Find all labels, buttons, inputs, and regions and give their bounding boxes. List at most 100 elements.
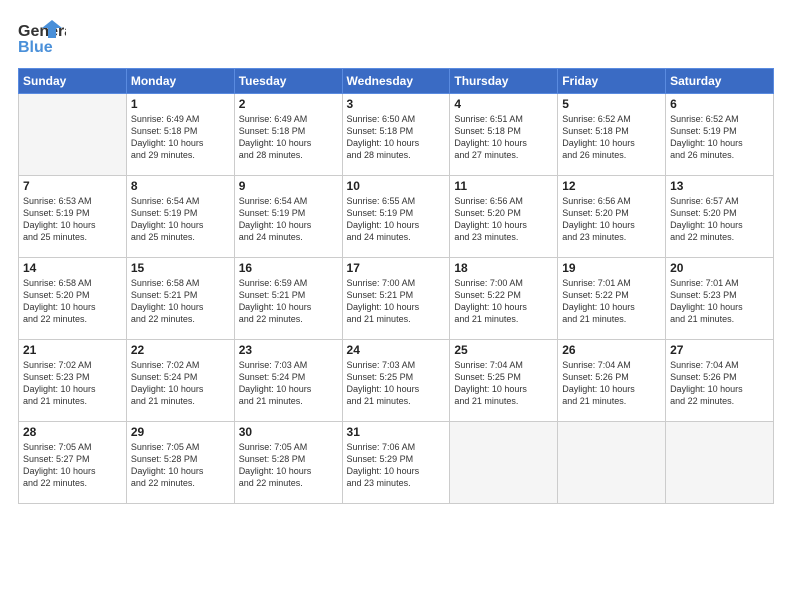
header: General Blue xyxy=(18,18,774,60)
calendar-cell: 24 Sunrise: 7:03 AM Sunset: 5:25 PM Dayli… xyxy=(342,340,450,422)
cell-info: Sunrise: 7:00 AM Sunset: 5:22 PM Dayligh… xyxy=(454,277,553,326)
day-number: 15 xyxy=(131,261,230,275)
calendar-cell: 10 Sunrise: 6:55 AM Sunset: 5:19 PM Dayli… xyxy=(342,176,450,258)
week-row-5: 28 Sunrise: 7:05 AM Sunset: 5:27 PM Dayli… xyxy=(19,422,774,504)
week-row-2: 7 Sunrise: 6:53 AM Sunset: 5:19 PM Daylig… xyxy=(19,176,774,258)
svg-text:Blue: Blue xyxy=(18,39,53,56)
cell-info: Sunrise: 6:50 AM Sunset: 5:18 PM Dayligh… xyxy=(347,113,446,162)
cell-info: Sunrise: 6:57 AM Sunset: 5:20 PM Dayligh… xyxy=(670,195,769,244)
day-number: 30 xyxy=(239,425,338,439)
day-header-saturday: Saturday xyxy=(666,69,774,94)
day-number: 24 xyxy=(347,343,446,357)
calendar-cell: 6 Sunrise: 6:52 AM Sunset: 5:19 PM Daylig… xyxy=(666,94,774,176)
calendar-cell: 5 Sunrise: 6:52 AM Sunset: 5:18 PM Daylig… xyxy=(558,94,666,176)
cell-info: Sunrise: 7:01 AM Sunset: 5:23 PM Dayligh… xyxy=(670,277,769,326)
day-number: 12 xyxy=(562,179,661,193)
day-number: 9 xyxy=(239,179,338,193)
cell-info: Sunrise: 6:55 AM Sunset: 5:19 PM Dayligh… xyxy=(347,195,446,244)
day-number: 29 xyxy=(131,425,230,439)
week-row-4: 21 Sunrise: 7:02 AM Sunset: 5:23 PM Dayli… xyxy=(19,340,774,422)
day-number: 8 xyxy=(131,179,230,193)
cell-info: Sunrise: 6:54 AM Sunset: 5:19 PM Dayligh… xyxy=(131,195,230,244)
calendar-body: 1Sunrise: 6:49 AM Sunset: 5:18 PM Daylig… xyxy=(19,94,774,504)
cell-info: Sunrise: 6:59 AM Sunset: 5:21 PM Dayligh… xyxy=(239,277,338,326)
cell-info: Sunrise: 7:03 AM Sunset: 5:25 PM Dayligh… xyxy=(347,359,446,408)
day-number: 5 xyxy=(562,97,661,111)
calendar-cell: 7 Sunrise: 6:53 AM Sunset: 5:19 PM Daylig… xyxy=(19,176,127,258)
calendar-cell: 16Sunrise: 6:59 AM Sunset: 5:21 PM Dayli… xyxy=(234,258,342,340)
day-number: 10 xyxy=(347,179,446,193)
day-number: 7 xyxy=(23,179,122,193)
day-number: 26 xyxy=(562,343,661,357)
calendar-cell: 27Sunrise: 7:04 AM Sunset: 5:26 PM Dayli… xyxy=(666,340,774,422)
day-number: 31 xyxy=(347,425,446,439)
day-number: 17 xyxy=(347,261,446,275)
day-number: 3 xyxy=(347,97,446,111)
day-number: 11 xyxy=(454,179,553,193)
calendar-cell: 29 Sunrise: 7:05 AM Sunset: 5:28 PM Dayli… xyxy=(126,422,234,504)
day-number: 14 xyxy=(23,261,122,275)
cell-info: Sunrise: 6:52 AM Sunset: 5:19 PM Dayligh… xyxy=(670,113,769,162)
calendar-cell: 30Sunrise: 7:05 AM Sunset: 5:28 PM Dayli… xyxy=(234,422,342,504)
calendar-cell: 11Sunrise: 6:56 AM Sunset: 5:20 PM Dayli… xyxy=(450,176,558,258)
day-number: 18 xyxy=(454,261,553,275)
day-header-monday: Monday xyxy=(126,69,234,94)
day-number: 23 xyxy=(239,343,338,357)
cell-info: Sunrise: 6:53 AM Sunset: 5:19 PM Dayligh… xyxy=(23,195,122,244)
calendar-cell: 17Sunrise: 7:00 AM Sunset: 5:21 PM Dayli… xyxy=(342,258,450,340)
cell-info: Sunrise: 7:03 AM Sunset: 5:24 PM Dayligh… xyxy=(239,359,338,408)
cell-info: Sunrise: 6:52 AM Sunset: 5:18 PM Dayligh… xyxy=(562,113,661,162)
calendar-cell: 31 Sunrise: 7:06 AM Sunset: 5:29 PM Dayli… xyxy=(342,422,450,504)
cell-info: Sunrise: 6:58 AM Sunset: 5:20 PM Dayligh… xyxy=(23,277,122,326)
day-number: 13 xyxy=(670,179,769,193)
cell-info: Sunrise: 6:51 AM Sunset: 5:18 PM Dayligh… xyxy=(454,113,553,162)
cell-info: Sunrise: 7:06 AM Sunset: 5:29 PM Dayligh… xyxy=(347,441,446,490)
day-number: 28 xyxy=(23,425,122,439)
cell-info: Sunrise: 7:04 AM Sunset: 5:26 PM Dayligh… xyxy=(670,359,769,408)
calendar-cell: 2 Sunrise: 6:49 AM Sunset: 5:18 PM Daylig… xyxy=(234,94,342,176)
day-number: 21 xyxy=(23,343,122,357)
calendar-cell: 9 Sunrise: 6:54 AM Sunset: 5:19 PM Daylig… xyxy=(234,176,342,258)
calendar-cell: 21 Sunrise: 7:02 AM Sunset: 5:23 PM Dayli… xyxy=(19,340,127,422)
day-number: 6 xyxy=(670,97,769,111)
cell-info: Sunrise: 6:56 AM Sunset: 5:20 PM Dayligh… xyxy=(562,195,661,244)
calendar-cell: 1Sunrise: 6:49 AM Sunset: 5:18 PM Daylig… xyxy=(126,94,234,176)
day-header-tuesday: Tuesday xyxy=(234,69,342,94)
logo: General Blue xyxy=(18,18,66,60)
cell-info: Sunrise: 6:58 AM Sunset: 5:21 PM Dayligh… xyxy=(131,277,230,326)
cell-info: Sunrise: 7:05 AM Sunset: 5:28 PM Dayligh… xyxy=(131,441,230,490)
calendar-cell: 22Sunrise: 7:02 AM Sunset: 5:24 PM Dayli… xyxy=(126,340,234,422)
calendar-cell: 19 Sunrise: 7:01 AM Sunset: 5:22 PM Dayli… xyxy=(558,258,666,340)
cell-info: Sunrise: 7:04 AM Sunset: 5:26 PM Dayligh… xyxy=(562,359,661,408)
calendar-cell: 23 Sunrise: 7:03 AM Sunset: 5:24 PM Dayli… xyxy=(234,340,342,422)
day-number: 4 xyxy=(454,97,553,111)
calendar-cell: 25Sunrise: 7:04 AM Sunset: 5:25 PM Dayli… xyxy=(450,340,558,422)
calendar-cell xyxy=(666,422,774,504)
calendar-cell: 14 Sunrise: 6:58 AM Sunset: 5:20 PM Dayli… xyxy=(19,258,127,340)
day-header-wednesday: Wednesday xyxy=(342,69,450,94)
calendar-cell: 13 Sunrise: 6:57 AM Sunset: 5:20 PM Dayli… xyxy=(666,176,774,258)
cell-info: Sunrise: 6:49 AM Sunset: 5:18 PM Dayligh… xyxy=(239,113,338,162)
day-number: 25 xyxy=(454,343,553,357)
cell-info: Sunrise: 7:02 AM Sunset: 5:23 PM Dayligh… xyxy=(23,359,122,408)
page: General Blue SundayMondayTuesdayWednesda… xyxy=(0,0,792,612)
cell-info: Sunrise: 6:54 AM Sunset: 5:19 PM Dayligh… xyxy=(239,195,338,244)
day-number: 2 xyxy=(239,97,338,111)
cell-info: Sunrise: 7:01 AM Sunset: 5:22 PM Dayligh… xyxy=(562,277,661,326)
calendar-cell: 3 Sunrise: 6:50 AM Sunset: 5:18 PM Daylig… xyxy=(342,94,450,176)
logo-icon: General Blue xyxy=(18,18,66,60)
day-number: 19 xyxy=(562,261,661,275)
week-row-3: 14 Sunrise: 6:58 AM Sunset: 5:20 PM Dayli… xyxy=(19,258,774,340)
calendar-table: SundayMondayTuesdayWednesdayThursdayFrid… xyxy=(18,68,774,504)
cell-info: Sunrise: 7:05 AM Sunset: 5:27 PM Dayligh… xyxy=(23,441,122,490)
calendar-cell: 26 Sunrise: 7:04 AM Sunset: 5:26 PM Dayli… xyxy=(558,340,666,422)
calendar-cell: 8 Sunrise: 6:54 AM Sunset: 5:19 PM Daylig… xyxy=(126,176,234,258)
day-header-thursday: Thursday xyxy=(450,69,558,94)
cell-info: Sunrise: 7:02 AM Sunset: 5:24 PM Dayligh… xyxy=(131,359,230,408)
day-number: 20 xyxy=(670,261,769,275)
calendar-cell: 12 Sunrise: 6:56 AM Sunset: 5:20 PM Dayli… xyxy=(558,176,666,258)
calendar-cell: 15 Sunrise: 6:58 AM Sunset: 5:21 PM Dayli… xyxy=(126,258,234,340)
day-header-sunday: Sunday xyxy=(19,69,127,94)
calendar-cell xyxy=(558,422,666,504)
calendar-cell: 20 Sunrise: 7:01 AM Sunset: 5:23 PM Dayli… xyxy=(666,258,774,340)
